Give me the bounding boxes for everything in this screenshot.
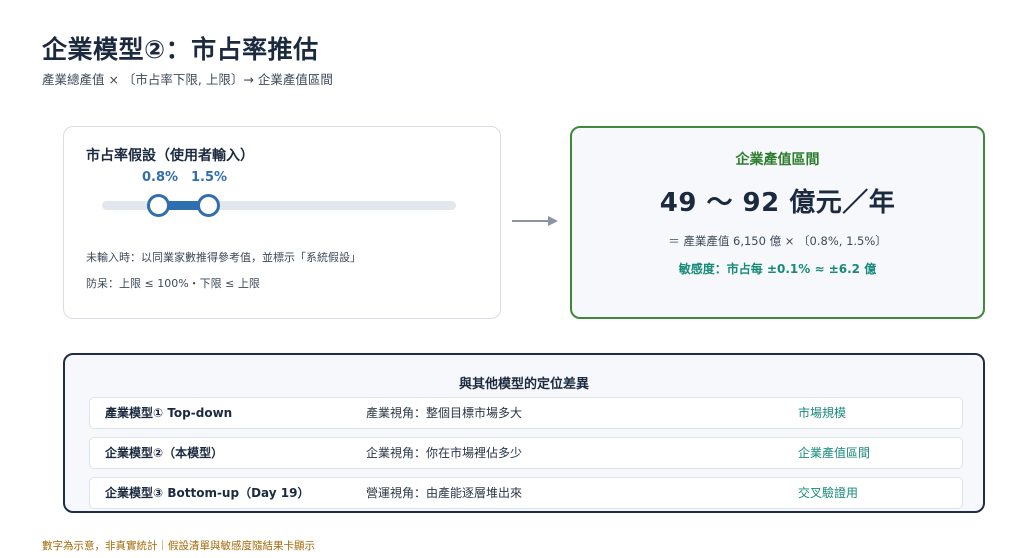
share-assumption-heading: 市占率假設（使用者輸入） — [86, 148, 254, 164]
footer-disclaimer: 數字為示意，非真實統計｜假設清單與敏感度隨結果卡顯示 — [42, 540, 315, 552]
page-title: 企業模型②：市占率推估 — [42, 35, 319, 64]
comparison-heading: 與其他模型的定位差異 — [458, 377, 589, 392]
row-view: 企業視角：你在市場裡佔多少 — [366, 446, 523, 460]
result-range: 49 ～ 92 億元／年 — [659, 188, 896, 218]
row-output: 市場規模 — [798, 406, 847, 420]
share-high-handle[interactable] — [196, 194, 220, 217]
row-output: 企業產值區間 — [798, 446, 871, 460]
row-model-name: 產業模型① Top-down — [105, 406, 233, 420]
row-view: 產業視角：整個目標市場多大 — [366, 406, 523, 420]
row-output: 交叉驗證用 — [798, 486, 859, 500]
validation-note: 防呆：上限 ≤ 100%・下限 ≤ 上限 — [86, 277, 260, 290]
result-card: 企業產值區間 49 ～ 92 億元／年 ＝ 產業產值 6,150 億 × 〔0.… — [570, 126, 985, 319]
share-low-value: 0.8% — [142, 170, 179, 185]
share-high-value: 1.5% — [191, 170, 228, 185]
share-assumption-card: 市占率假設（使用者輸入） 0.8% 1.5% 未輸入時：以同業家數推得參考值，並… — [63, 126, 501, 319]
default-assumption-note: 未輸入時：以同業家數推得參考值，並標示「系統假設」 — [86, 251, 361, 264]
row-model-name: 企業模型③ Bottom-up（Day 19） — [105, 486, 310, 500]
comparison-row-bottom-up-model[interactable]: 企業模型③ Bottom-up（Day 19） 營運視角：由產能逐層堆出來 交叉… — [89, 477, 963, 509]
arrow-right-icon — [512, 216, 558, 226]
row-model-name: 企業模型②（本模型） — [105, 446, 224, 460]
row-view: 營運視角：由產能逐層堆出來 — [366, 486, 523, 500]
page-subtitle: 產業總產值 × 〔市占率下限, 上限〕→ 企業產值區間 — [42, 72, 333, 87]
result-heading: 企業產值區間 — [735, 152, 820, 168]
result-sensitivity: 敏感度：市占每 ±0.1% ≈ ±6.2 億 — [678, 262, 877, 276]
comparison-row-industry-model[interactable]: 產業模型① Top-down 產業視角：整個目標市場多大 市場規模 — [89, 397, 963, 429]
result-formula: ＝ 產業產值 6,150 億 × 〔0.8%, 1.5%〕 — [668, 234, 887, 248]
model-comparison-card: 與其他模型的定位差異 產業模型① Top-down 產業視角：整個目標市場多大 … — [63, 353, 985, 513]
comparison-row-current-model[interactable]: 企業模型②（本模型） 企業視角：你在市場裡佔多少 企業產值區間 — [89, 437, 963, 469]
share-low-handle[interactable] — [147, 194, 171, 217]
